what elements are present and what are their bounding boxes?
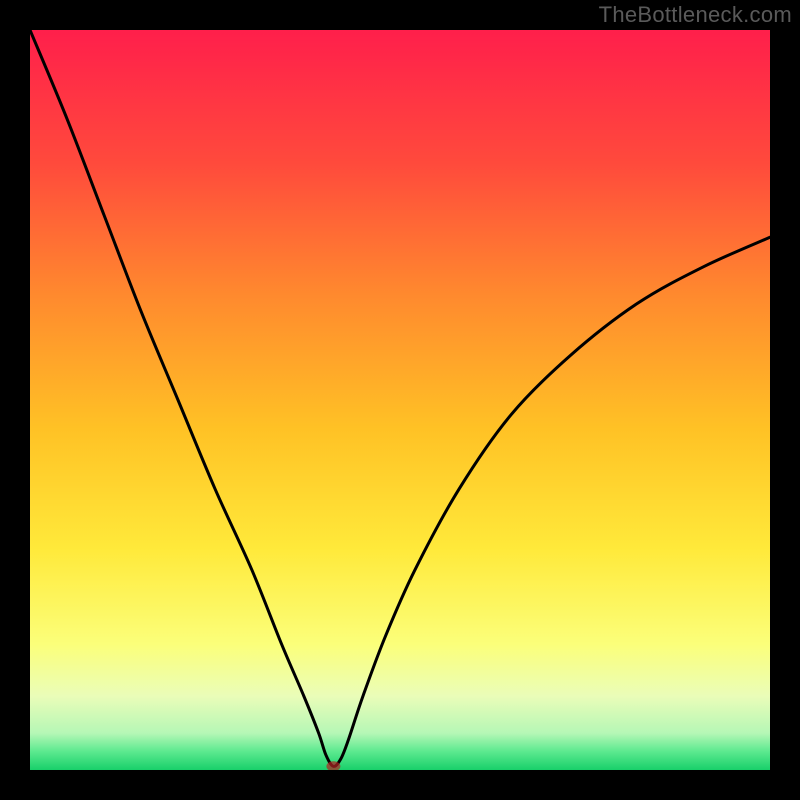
watermark-text: TheBottleneck.com bbox=[599, 2, 792, 28]
plot-area bbox=[30, 30, 770, 770]
chart-frame: TheBottleneck.com bbox=[0, 0, 800, 800]
chart-svg bbox=[30, 30, 770, 770]
gradient-rect bbox=[30, 30, 770, 770]
